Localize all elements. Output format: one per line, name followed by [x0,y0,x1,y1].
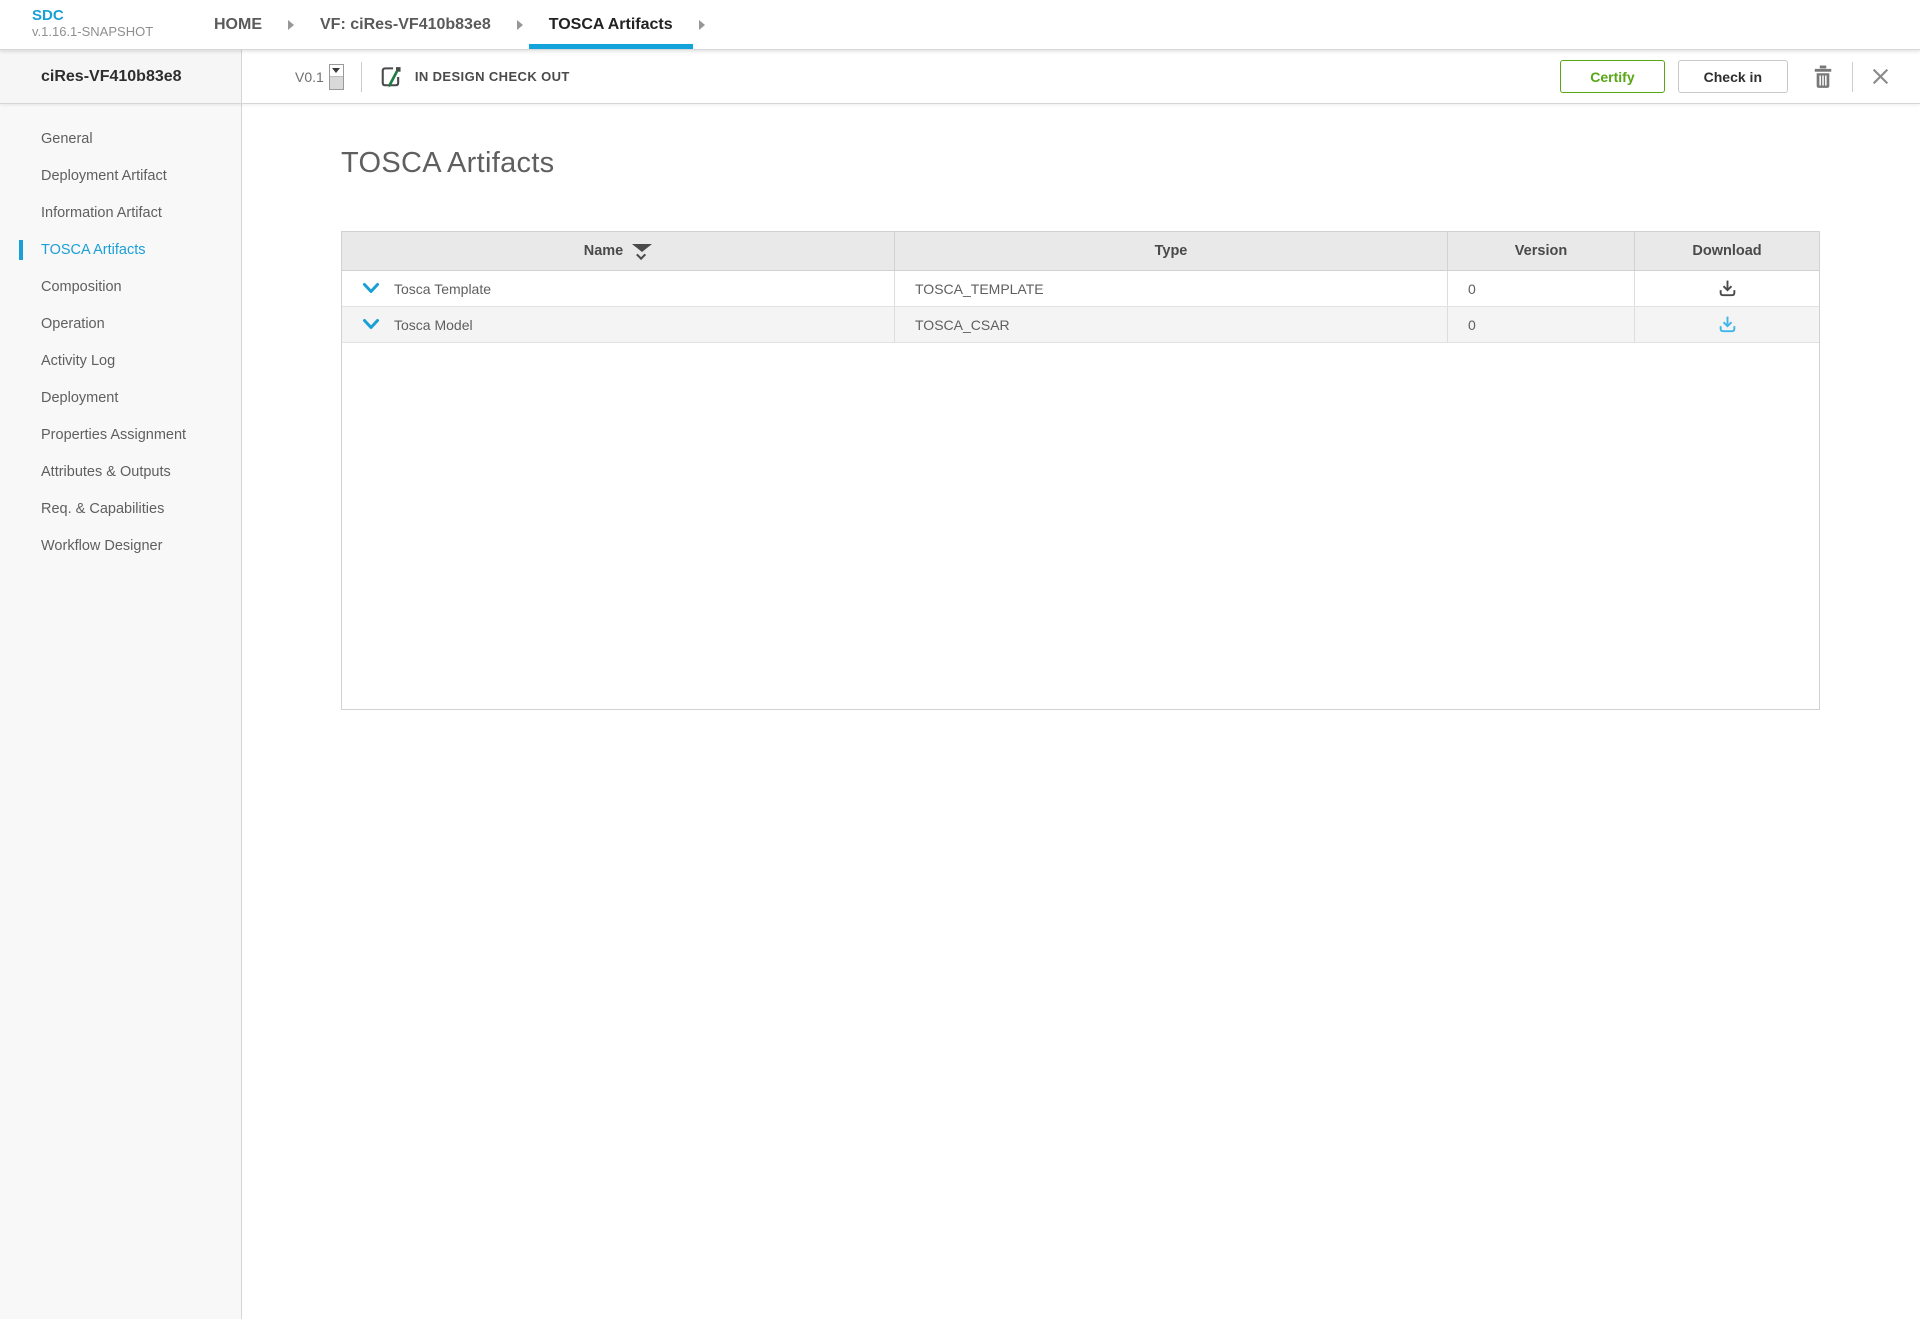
table-header-row: Name Type Version Download [342,232,1819,271]
version-selector[interactable]: V0.1 [295,63,344,90]
artifact-name-cell: Tosca Model [342,307,895,342]
artifact-download-cell [1635,271,1819,306]
download-button[interactable] [1718,315,1737,334]
sidebar-item-information-artifact[interactable]: Information Artifact [0,194,241,231]
download-icon [1719,280,1735,297]
sidebar-item-composition[interactable]: Composition [0,268,241,305]
breadcrumb-arrow-icon [698,19,705,30]
download-icon [1719,316,1735,333]
check-in-button[interactable]: Check in [1677,60,1788,93]
sidebar-item-deployment-artifact[interactable]: Deployment Artifact [0,157,241,194]
sidebar-item-general[interactable]: General [0,120,241,157]
certify-button[interactable]: Certify [1560,60,1665,93]
app-version: v.1.16.1-SNAPSHOT [32,24,154,39]
tosca-artifacts-table: Name Type Version Download Tosca Templat… [341,231,1820,710]
column-header-type[interactable]: Type [895,232,1448,270]
sidebar-item-activity-log[interactable]: Activity Log [0,342,241,379]
artifact-name: Tosca Template [394,280,492,297]
chevron-down-icon [363,283,379,293]
sidebar-item-properties-assignment[interactable]: Properties Assignment [0,416,241,453]
column-header-name[interactable]: Name [342,232,895,270]
sidebar-item-attributes-outputs[interactable]: Attributes & Outputs [0,453,241,490]
sidebar-item-req-capabilities[interactable]: Req. & Capabilities [0,490,241,527]
app-logo[interactable]: SDC v.1.16.1-SNAPSHOT [0,0,200,49]
sdc-app: SDC v.1.16.1-SNAPSHOT HOME VF: ciRes-VF4… [0,0,1920,1319]
breadcrumb-tosca-artifacts[interactable]: TOSCA Artifacts [528,0,693,49]
breadcrumb: HOME VF: ciRes-VF410b83e8 TOSCA Artifact… [200,0,717,49]
sidebar-item-workflow-designer[interactable]: Workflow Designer [0,527,241,564]
table-empty-area [342,343,1819,709]
app-logo-title: SDC [32,7,64,24]
table-row: Tosca Template TOSCA_TEMPLATE 0 [342,271,1819,307]
column-header-download[interactable]: Download [1635,232,1819,270]
sidebar-item-deployment[interactable]: Deployment [0,379,241,416]
page-title: TOSCA Artifacts [341,147,555,179]
main-content: TOSCA Artifacts Name Type Version Downlo… [242,104,1920,1319]
download-button[interactable] [1718,279,1737,298]
table-row: Tosca Model TOSCA_CSAR 0 [342,307,1819,343]
artifact-version-cell: 0 [1448,271,1635,306]
edit-in-design-icon [381,67,401,88]
breadcrumb-home[interactable]: HOME [200,0,276,49]
sidebar-item-operation[interactable]: Operation [0,305,241,342]
artifact-name-cell: Tosca Template [342,271,895,306]
sidebar-item-tosca-artifacts[interactable]: TOSCA Artifacts [0,231,241,268]
chevron-down-icon [363,319,379,329]
entity-name: ciRes-VF410b83e8 [0,50,242,103]
top-bar: SDC v.1.16.1-SNAPSHOT HOME VF: ciRes-VF4… [0,0,1920,50]
artifact-type-cell: TOSCA_CSAR [895,307,1448,342]
expand-row-button[interactable] [362,282,380,295]
version-label: V0.1 [295,68,324,85]
close-button[interactable] [1867,63,1894,90]
column-header-version[interactable]: Version [1448,232,1635,270]
breadcrumb-arrow-icon [288,19,294,30]
toolbar-row: ciRes-VF410b83e8 V0.1 IN DESIGN CHECK OU… [0,50,1920,104]
toolbar-divider [1852,61,1853,92]
toolbar: V0.1 IN DESIGN CHECK OUT Certify Check i… [242,50,1920,103]
artifact-download-cell [1635,307,1819,342]
artifact-version-cell: 0 [1448,307,1635,342]
lifecycle-state-label: IN DESIGN CHECK OUT [414,69,570,84]
expand-row-button[interactable] [362,318,380,331]
toolbar-divider [360,61,362,92]
spinner-down-icon [330,65,343,77]
sort-icon [632,244,653,261]
artifact-type-cell: TOSCA_TEMPLATE [895,271,1448,306]
sidebar: General Deployment Artifact Information … [0,104,242,1319]
delete-button[interactable] [1808,61,1838,93]
breadcrumb-arrow-icon [516,19,523,30]
version-spinner[interactable] [328,63,344,90]
artifact-name: Tosca Model [394,316,473,333]
trash-icon [1814,65,1832,88]
breadcrumb-vf[interactable]: VF: ciRes-VF410b83e8 [306,0,505,49]
lifecycle-state: IN DESIGN CHECK OUT [379,64,570,89]
close-icon [1872,68,1889,85]
